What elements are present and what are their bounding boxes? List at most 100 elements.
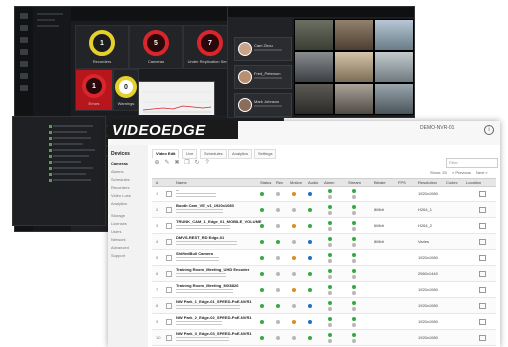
table-row[interactable]: 2 Booth Cam_VE_v1_1920x1080 8Mbit H264_1 [152,202,496,218]
sidebar-item-storage[interactable]: Storage [111,213,125,218]
column-header[interactable]: Rec [276,180,283,185]
next-page-link[interactable]: Next » [476,170,488,175]
row-checkbox[interactable] [166,303,172,309]
column-header[interactable]: Status [260,180,271,185]
table-row[interactable]: 9 NW Park_2_Edge-02_SPEED-PoE-NVR1 1920x10… [152,314,496,330]
row-checkbox[interactable] [166,191,172,197]
camera-card[interactable]: Cam Zhou [234,37,292,61]
status-indicator [352,275,356,279]
row-checkbox[interactable] [166,239,172,245]
column-header[interactable]: Motion [290,180,302,185]
table-row[interactable]: 5 ShiftedBull Camera 1920x1080 [152,250,496,266]
column-header[interactable]: Codec [446,180,458,185]
sidebar-item-network[interactable]: Network [111,237,126,242]
video-tile[interactable] [374,51,414,83]
help-icon[interactable]: ? [204,160,210,166]
video-tile[interactable] [334,83,374,115]
column-header[interactable]: Resolution [418,180,437,185]
column-header[interactable]: Alarm [324,180,334,185]
column-header[interactable]: FPS [398,180,406,185]
status-indicator [352,301,356,305]
device-name: DEMO-NVR-01 [420,125,455,131]
column-header[interactable]: Location [466,180,481,185]
delete-icon[interactable]: ✖ [174,160,180,166]
table-row[interactable]: 6 Training Room_Meeting_UHD Encoder 2560x1… [152,266,496,282]
sidebar-item-licenses[interactable]: Licenses [111,221,127,226]
row-action-icon[interactable] [479,319,486,325]
status-indicator [260,208,264,212]
nav-icon[interactable] [20,13,28,19]
copy-icon[interactable]: ❐ [184,160,190,166]
camera-card[interactable]: Mark Johnson [234,93,292,117]
row-action-icon[interactable] [479,239,486,245]
nav-icon[interactable] [20,25,28,31]
kpi-label: Cameras [147,59,165,64]
video-tile[interactable] [294,19,334,51]
video-tile[interactable] [334,19,374,51]
table-row[interactable]: 10 NW Park_3_Edge-03_SPEED-PoE-NVR1 1920x1… [152,330,496,346]
row-checkbox[interactable] [166,207,172,213]
table-row[interactable]: 1... 1920x1080 [152,186,496,202]
video-tile[interactable] [374,19,414,51]
row-action-icon[interactable] [479,271,486,277]
row-action-icon[interactable] [479,287,486,293]
search-input[interactable]: Filter [446,158,498,168]
table-row[interactable]: 3 TRUNK_CAM_1_Edge_01_MOBILE_VOLUME 6Mbit H… [152,218,496,234]
table-row[interactable]: 8 NW Park_1_Edge-01_SPEED-PoE-NVR1 1920x10… [152,298,496,314]
video-tile[interactable] [334,51,374,83]
nav-icon[interactable] [20,73,28,79]
tab-analytics[interactable]: Analytics [228,149,253,159]
camera-detail [176,196,216,197]
table-row[interactable]: 4 DMVS-REST_RD Edge-01 8Mbit Varies [152,234,496,250]
column-header[interactable]: Stream [348,180,361,185]
tab-schedules[interactable]: Schedules [200,149,227,159]
row-action-icon[interactable] [479,207,486,213]
sidebar-item-video-loss[interactable]: Video Loss [111,193,131,198]
kpi-tile[interactable]: 1 Errors [75,69,113,111]
nav-icon[interactable] [20,49,28,55]
sidebar-item-users[interactable]: Users [111,229,121,234]
camera-card[interactable]: Fred_Peterson [234,65,292,89]
row-checkbox[interactable] [166,255,172,261]
sidebar-item-advanced[interactable]: Advanced [111,245,129,250]
nav-icon[interactable] [20,37,28,43]
info-icon[interactable]: i [484,125,494,135]
tab-video-edit[interactable]: Video Edit [152,149,180,159]
tab-settings[interactable]: Settings [254,149,277,159]
sidebar-item-cameras[interactable]: Cameras [111,161,128,166]
nav-icon[interactable] [20,61,28,67]
video-tile[interactable] [294,51,334,83]
video-tile[interactable] [374,83,414,115]
row-checkbox[interactable] [166,223,172,229]
row-checkbox[interactable] [166,319,172,325]
row-action-icon[interactable] [479,255,486,261]
refresh-icon[interactable]: ↻ [194,160,200,166]
page-size-select[interactable]: Show: 25 [430,170,447,175]
tab-live[interactable]: Live [182,149,198,159]
column-header[interactable]: Name [176,180,187,185]
column-header[interactable]: Bitrate [374,180,386,185]
sidebar-item-alarms[interactable]: Alarms [111,169,123,174]
row-checkbox[interactable] [166,271,172,277]
sidebar-item-analytics[interactable]: Analytics [111,201,127,206]
video-tile[interactable] [294,83,334,115]
kpi-tile[interactable]: 0 Warnings [113,69,139,111]
row-action-icon[interactable] [479,223,486,229]
kpi-tile[interactable]: 5 Cameras [129,25,183,69]
row-checkbox[interactable] [166,335,172,341]
sidebar-item-recorders[interactable]: Recorders [111,185,129,190]
column-header[interactable]: # [156,180,158,185]
edit-icon[interactable]: ✎ [164,160,170,166]
row-action-icon[interactable] [479,303,486,309]
sidebar-item-support[interactable]: Support [111,253,125,258]
table-row[interactable]: 7 Training Room_Meeting_MX8826 1920x1080 [152,282,496,298]
nav-icon[interactable] [20,85,28,91]
kpi-tile[interactable]: 1 Recorders [75,25,129,69]
row-checkbox[interactable] [166,287,172,293]
sidebar-item-schedules[interactable]: Schedules [111,177,130,182]
add-icon[interactable]: ⊕ [154,160,160,166]
row-action-icon[interactable] [479,335,486,341]
previous-page-link[interactable]: « Previous [452,170,471,175]
column-header[interactable]: Audio [308,180,318,185]
row-action-icon[interactable] [479,191,486,197]
